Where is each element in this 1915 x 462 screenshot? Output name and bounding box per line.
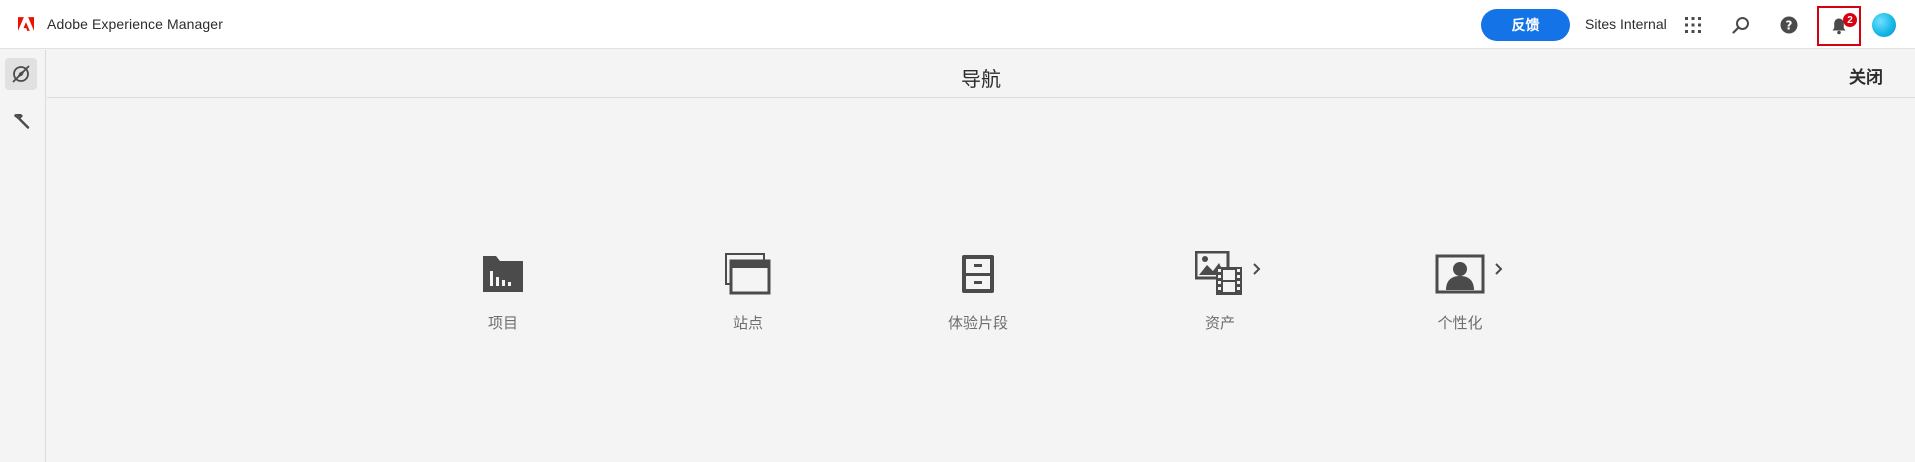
tile-label: 体验片段 <box>947 314 1008 332</box>
notifications-button[interactable]: 2 <box>1817 6 1861 46</box>
assets-icon <box>1195 251 1242 295</box>
org-switcher[interactable]: Sites Internal <box>1585 16 1667 32</box>
search-button[interactable] <box>1726 10 1756 40</box>
compass-icon <box>12 65 30 83</box>
tile-icon-wrap <box>1432 250 1503 298</box>
tile-label: 个性化 <box>1437 314 1483 332</box>
svg-text:?: ? <box>1786 18 1793 32</box>
chevron-right-icon <box>1253 263 1261 275</box>
search-icon <box>1732 17 1749 34</box>
tile-assets[interactable]: 资产 <box>1150 250 1290 350</box>
apps-button[interactable] <box>1678 10 1708 40</box>
hammer-icon <box>14 114 30 129</box>
notification-badge: 2 <box>1843 13 1857 27</box>
tile-projects[interactable]: 项目 <box>433 250 573 350</box>
help-icon: ? <box>1780 16 1798 34</box>
tile-experience-fragments[interactable]: 体验片段 <box>908 250 1048 350</box>
chevron-right-icon <box>1495 263 1503 275</box>
top-bar: Adobe Experience Manager 反馈 Sites Intern… <box>0 0 1915 49</box>
projects-folder-icon <box>483 256 523 292</box>
adobe-logo-icon <box>18 17 34 31</box>
tile-icon-wrap <box>1192 250 1261 298</box>
close-button[interactable]: 关闭 <box>1849 63 1883 88</box>
tile-label: 项目 <box>487 314 518 332</box>
sites-windows-icon <box>725 253 771 295</box>
help-button[interactable]: ? <box>1774 10 1804 40</box>
feedback-button[interactable]: 反馈 <box>1481 9 1570 41</box>
tile-label: 资产 <box>1204 314 1235 332</box>
tile-sites[interactable]: 站点 <box>678 250 818 350</box>
rail-tools-button[interactable] <box>5 105 37 137</box>
app-name: Adobe Experience Manager <box>47 16 223 32</box>
tile-label: 站点 <box>732 314 763 332</box>
page-title: 导航 <box>961 67 1001 91</box>
experience-fragments-icon <box>962 255 994 293</box>
navigation-header: 导航 关闭 <box>47 50 1915 98</box>
brand[interactable]: Adobe Experience Manager <box>0 0 223 49</box>
tile-icon-wrap <box>475 250 531 298</box>
personalization-icon <box>1435 254 1485 294</box>
tile-personalization[interactable]: 个性化 <box>1390 250 1530 350</box>
user-avatar[interactable] <box>1872 13 1896 37</box>
tile-icon-wrap <box>950 250 1006 298</box>
rail-navigation-button[interactable] <box>5 58 37 90</box>
side-rail <box>0 50 46 462</box>
tile-icon-wrap <box>720 250 776 298</box>
grid-icon <box>1685 17 1701 33</box>
